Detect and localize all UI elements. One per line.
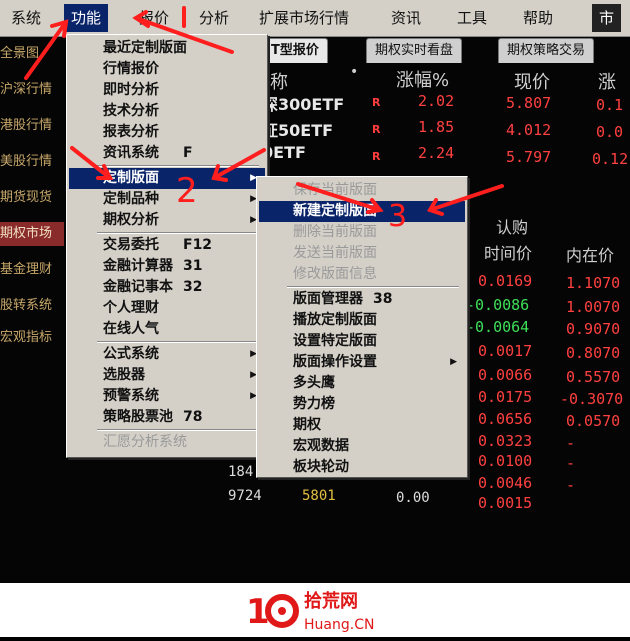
annotation-step-2: 2: [176, 171, 198, 211]
screen: 系统 功能 报价 分析 扩展市场行情 资讯 工具 帮助 市 T型报价 期权实时看…: [0, 0, 630, 583]
watermark-sub: Huang.CN: [304, 617, 374, 633]
annotation-arrow-function: [24, 20, 68, 80]
annotation-arrow-new-right: [428, 184, 504, 212]
annotation-arrow-custom: [70, 146, 112, 180]
annotation-arrow-custom-right: [212, 148, 266, 180]
annotation-arrow-new: [296, 182, 382, 212]
annotation-step-3: 3: [388, 199, 407, 234]
watermark-logo: 1 拾荒网 Huang.CN: [246, 590, 374, 633]
watermark-main: 拾荒网: [304, 590, 358, 612]
annotation-arrows: 2 3: [24, 6, 504, 234]
watermark-footer: 1 拾荒网 Huang.CN: [0, 583, 630, 637]
